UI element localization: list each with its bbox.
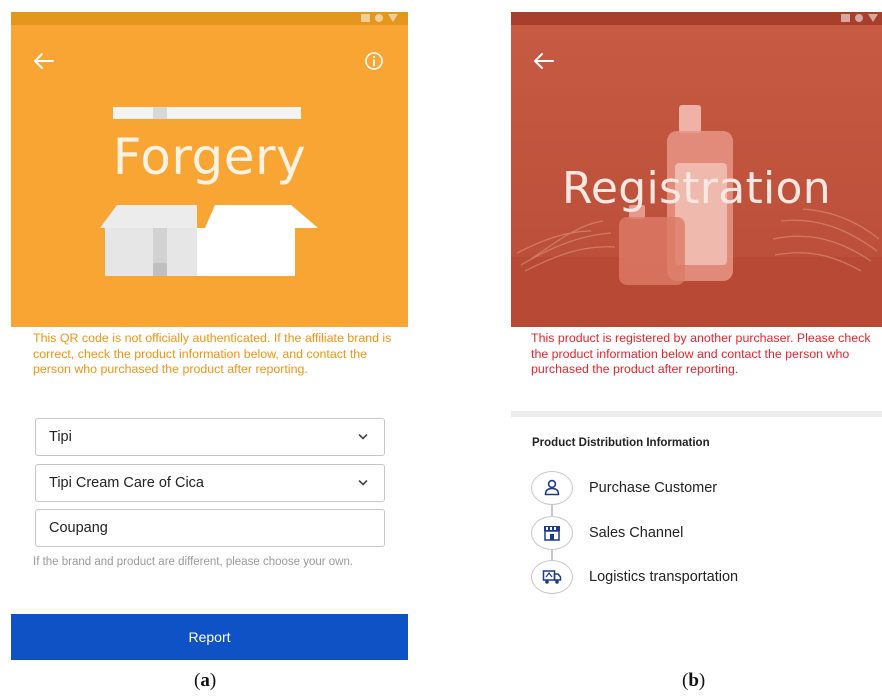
report-button[interactable]: Report bbox=[11, 614, 408, 660]
forgery-warning-text: This QR code is not officially authentic… bbox=[33, 331, 392, 376]
figure-caption-b: (b) bbox=[682, 670, 705, 692]
hero-title: Registration bbox=[562, 163, 831, 214]
store-input-value: Coupang bbox=[49, 520, 108, 536]
system-status-icons bbox=[361, 14, 398, 22]
info-icon[interactable] bbox=[364, 51, 384, 71]
system-status-icons bbox=[841, 14, 878, 22]
distribution-item-logistics[interactable]: Logistics transportation bbox=[531, 560, 738, 594]
chevron-down-icon bbox=[358, 480, 368, 486]
caption-paren: ) bbox=[209, 670, 217, 691]
battery-icon bbox=[361, 14, 370, 22]
signal-icon bbox=[868, 14, 878, 22]
status-bar bbox=[11, 12, 408, 25]
distribution-item-label: Logistics transportation bbox=[589, 569, 739, 585]
notification-dot-icon bbox=[375, 14, 383, 22]
person-icon bbox=[544, 479, 560, 496]
section-divider bbox=[511, 411, 882, 417]
chevron-down-icon bbox=[358, 434, 368, 440]
delivery-truck-icon bbox=[542, 570, 562, 584]
brand-mismatch-hint: If the brand and product are different, … bbox=[33, 556, 354, 568]
product-select-value: Tipi Cream Care of Cica bbox=[49, 475, 204, 491]
product-select[interactable]: Tipi Cream Care of Cica bbox=[35, 464, 385, 502]
forgery-screen: Forgery This QR code is not officially a… bbox=[11, 12, 408, 660]
distribution-icon-circle bbox=[531, 471, 573, 505]
caption-letter: a bbox=[200, 670, 210, 691]
store-input[interactable]: Coupang bbox=[35, 509, 385, 547]
distribution-item-purchase-customer[interactable]: Purchase Customer bbox=[531, 471, 717, 505]
back-arrow-icon[interactable] bbox=[533, 52, 555, 70]
hero-title: Forgery bbox=[112, 128, 307, 186]
notification-dot-icon bbox=[855, 14, 863, 22]
distribution-icon-circle bbox=[531, 560, 573, 594]
distribution-section-title: Product Distribution Information bbox=[532, 437, 710, 449]
figure-caption-a: (a) bbox=[194, 670, 216, 692]
registration-screen: Registration This product is registered … bbox=[511, 12, 882, 602]
distribution-icon-circle bbox=[531, 516, 573, 550]
caption-paren: ) bbox=[698, 670, 706, 691]
distribution-item-label: Purchase Customer bbox=[589, 480, 718, 496]
forgery-hero-banner: Forgery bbox=[11, 25, 408, 327]
signal-icon bbox=[388, 14, 398, 22]
distribution-item-label: Sales Channel bbox=[589, 525, 684, 541]
brand-select-value: Tipi bbox=[49, 429, 72, 445]
battery-icon bbox=[841, 14, 850, 22]
storefront-icon bbox=[544, 526, 560, 541]
back-arrow-icon[interactable] bbox=[33, 52, 55, 70]
brand-select[interactable]: Tipi bbox=[35, 418, 385, 456]
registration-hero-banner: Registration bbox=[511, 25, 882, 327]
status-bar bbox=[511, 12, 882, 25]
caption-letter: b bbox=[688, 670, 699, 691]
distribution-item-sales-channel[interactable]: Sales Channel bbox=[531, 516, 683, 550]
registration-warning-text: This product is registered by another pu… bbox=[531, 331, 871, 376]
